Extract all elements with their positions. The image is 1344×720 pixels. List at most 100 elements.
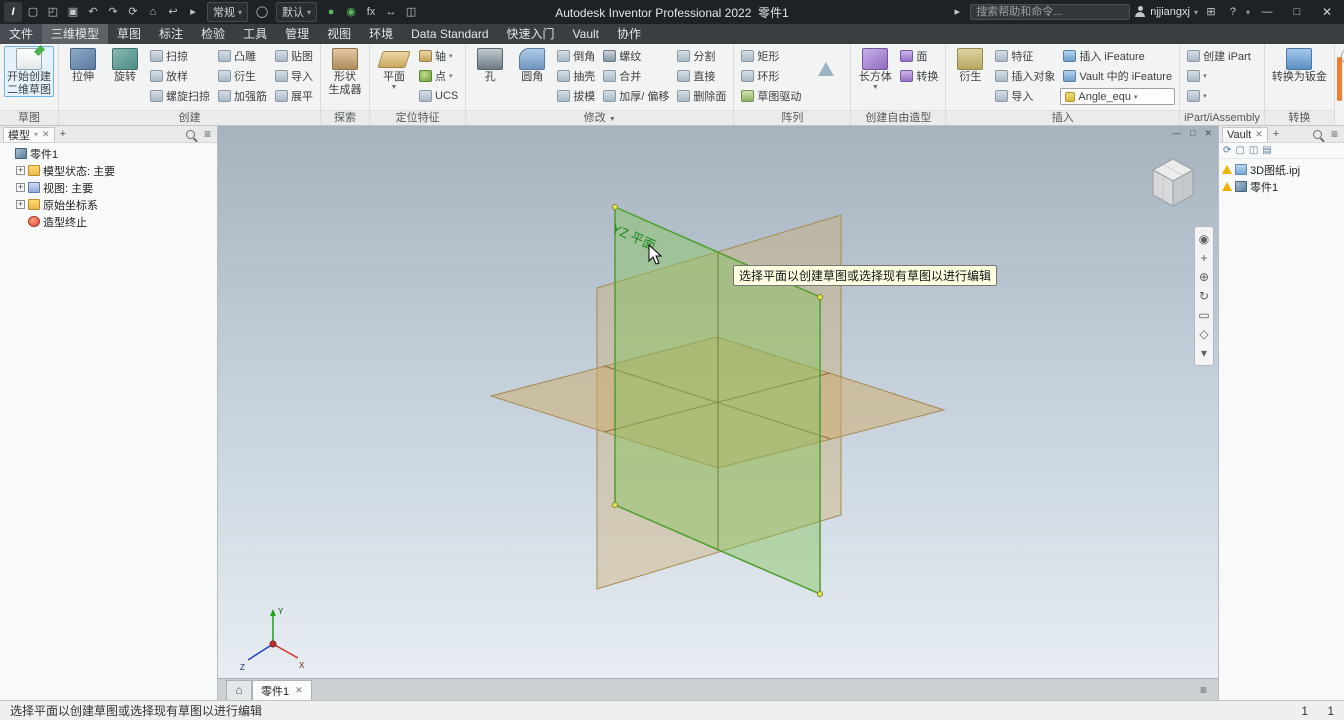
ribbon-tab[interactable]: Data Standard bbox=[402, 24, 497, 44]
ribbon-button[interactable]: 转换 bbox=[897, 66, 941, 86]
ribbon-button[interactable]: 创建 iPart bbox=[1184, 46, 1254, 66]
ribbon-button[interactable]: 删除面 bbox=[674, 86, 729, 106]
look-at-icon[interactable]: ▭ bbox=[1198, 309, 1209, 321]
ribbon-button[interactable]: 加强筋 bbox=[215, 86, 270, 106]
sync-ok-icon[interactable]: ● bbox=[322, 2, 340, 22]
freeform-box-button[interactable]: 长方体 ▼ bbox=[855, 46, 895, 91]
chevron-down-icon[interactable]: ▾ bbox=[1194, 8, 1198, 17]
group-label-sketch[interactable]: 草图 bbox=[0, 110, 58, 125]
ribbon-tab[interactable]: 协作 bbox=[608, 24, 650, 44]
group-label-freeform[interactable]: 创建自由造型 bbox=[851, 110, 946, 125]
convert-to-sheetmetal-button[interactable]: 转换为钣金 bbox=[1269, 46, 1330, 83]
ribbon-tab[interactable]: 快速入门 bbox=[498, 24, 564, 44]
ribbon-button[interactable]: 特征 bbox=[992, 46, 1058, 66]
ribbon-button[interactable]: 螺旋扫掠 bbox=[147, 86, 213, 106]
tree-item[interactable]: 零件1 bbox=[0, 145, 217, 162]
ribbon-button[interactable]: 倒角 bbox=[554, 46, 598, 66]
panel-flag[interactable] bbox=[1337, 57, 1342, 101]
expander-icon[interactable]: + bbox=[16, 183, 25, 192]
ribbon-tab[interactable]: 草图 bbox=[108, 24, 150, 44]
return-icon[interactable]: ↩ bbox=[164, 2, 182, 22]
tree-item[interactable]: + 原始坐标系 bbox=[0, 196, 217, 213]
cart-icon[interactable]: ⊞ bbox=[1202, 2, 1220, 22]
search-expand-icon[interactable]: ▸ bbox=[948, 2, 966, 22]
doc-restore-icon[interactable]: □ bbox=[1190, 128, 1195, 139]
menu-icon[interactable]: ≡ bbox=[1328, 127, 1341, 141]
ribbon-button[interactable]: 凸雕 bbox=[215, 46, 270, 66]
update-icon[interactable]: ⟳ bbox=[124, 2, 142, 22]
new-doc-icon[interactable]: ▢ bbox=[1235, 145, 1244, 156]
close-button[interactable]: ✕ bbox=[1314, 0, 1340, 24]
ribbon-button[interactable]: UCS bbox=[416, 86, 461, 106]
home-view-icon[interactable]: ⌂ bbox=[144, 2, 162, 22]
ribbon-button[interactable]: 加厚/ 偏移 bbox=[600, 86, 672, 106]
upload-status-icon[interactable]: ◉ bbox=[342, 2, 360, 22]
ribbon-button[interactable]: ▾ bbox=[1184, 66, 1254, 86]
expander-icon[interactable]: + bbox=[16, 166, 25, 175]
ribbon-tab[interactable]: Vault bbox=[564, 24, 608, 44]
ribbon-button[interactable]: 插入 iFeature bbox=[1060, 46, 1175, 66]
ribbon-button[interactable]: 轴 ▾ bbox=[416, 46, 461, 66]
copy-icon[interactable]: ◫ bbox=[1249, 145, 1258, 156]
ribbon-tab[interactable]: 三维模型 bbox=[42, 24, 109, 44]
close-icon[interactable]: ✕ bbox=[42, 129, 50, 140]
ribbon-button[interactable]: 分割 bbox=[674, 46, 729, 66]
tree-item[interactable]: + 模型状态: 主要 bbox=[0, 162, 217, 179]
work-plane-button[interactable]: 平面 ▼ bbox=[374, 46, 414, 91]
more-tools-icon[interactable]: ▾ bbox=[1201, 347, 1207, 359]
ribbon-button[interactable]: 拔模 bbox=[554, 86, 598, 106]
collaborate-icon[interactable]: ◫ bbox=[402, 2, 420, 22]
shape-generator-button[interactable]: 形状 生成器 bbox=[325, 46, 365, 96]
ribbon-button[interactable]: 衍生 bbox=[215, 66, 270, 86]
appearance-dropdown[interactable]: 默认 ▾ bbox=[276, 2, 318, 22]
restore-button[interactable]: □ bbox=[1284, 0, 1310, 24]
add-panel-button[interactable]: + bbox=[57, 128, 69, 140]
ribbon-button[interactable]: 扫掠 bbox=[147, 46, 213, 66]
grid-icon[interactable]: ▤ bbox=[1262, 145, 1271, 156]
view-face-icon[interactable]: ◇ bbox=[1199, 328, 1208, 340]
ifeature-size-combobox[interactable]: Angle_equ ▾ bbox=[1060, 88, 1176, 105]
ribbon-tab[interactable]: 文件 bbox=[0, 24, 43, 44]
group-label-work-features[interactable]: 定位特征 bbox=[370, 110, 466, 125]
vault-item[interactable]: 3D图纸.ipj bbox=[1219, 161, 1344, 178]
fx-parameters-icon[interactable]: fx bbox=[362, 2, 380, 22]
ribbon-button[interactable]: ▾ bbox=[1184, 86, 1254, 106]
ribbon-button[interactable]: 放样 bbox=[147, 66, 213, 86]
mirror-button[interactable] bbox=[806, 46, 846, 76]
group-label-pattern[interactable]: 阵列 bbox=[734, 110, 851, 125]
ribbon-button[interactable]: 合并 bbox=[600, 66, 672, 86]
material-dropdown[interactable]: 常规 ▾ bbox=[207, 2, 249, 22]
ribbon-button[interactable]: 插入对象 bbox=[992, 66, 1058, 86]
save-icon[interactable]: ▣ bbox=[64, 2, 82, 22]
group-label-explore[interactable]: 探索 bbox=[321, 110, 369, 125]
ribbon-tab[interactable]: 标注 bbox=[150, 24, 192, 44]
globe-icon[interactable]: ◯ bbox=[253, 2, 271, 22]
extrude-button[interactable]: 拉伸 bbox=[63, 46, 103, 83]
new-file-icon[interactable]: ▢ bbox=[24, 2, 42, 22]
measure-icon[interactable]: ↔ bbox=[382, 2, 400, 22]
close-icon[interactable]: ✕ bbox=[295, 685, 303, 696]
ribbon-button[interactable]: 面 bbox=[897, 46, 941, 66]
view-cube[interactable] bbox=[1140, 150, 1206, 216]
ribbon-tab[interactable]: 环境 bbox=[360, 24, 402, 44]
home-tab[interactable]: ⌂ bbox=[226, 680, 252, 700]
document-tab[interactable]: 零件1 ✕ bbox=[252, 680, 312, 700]
nav-wheel-icon[interactable]: ◉ bbox=[1199, 233, 1209, 245]
ribbon-button[interactable]: 点 ▾ bbox=[416, 66, 461, 86]
ribbon-button[interactable]: 矩形 bbox=[738, 46, 804, 66]
open-icon[interactable]: ◰ bbox=[44, 2, 62, 22]
doc-minimize-icon[interactable]: — bbox=[1172, 128, 1181, 139]
vault-item[interactable]: 零件1 bbox=[1219, 178, 1344, 195]
minimize-button[interactable]: — bbox=[1254, 0, 1280, 24]
search-icon[interactable] bbox=[1312, 129, 1322, 139]
ribbon-tab[interactable]: 视图 bbox=[318, 24, 360, 44]
ribbon-button[interactable]: 贴图 bbox=[272, 46, 316, 66]
ribbon-button[interactable]: 螺纹 bbox=[600, 46, 672, 66]
start-2d-sketch-button[interactable]: 开始创建 二维草图 bbox=[4, 46, 54, 97]
undo-icon[interactable]: ↶ bbox=[84, 2, 102, 22]
zoom-icon[interactable]: ⊕ bbox=[1199, 271, 1209, 283]
viewport-3d[interactable]: YZ 平面 选择平面以创建草图或选择现有草图以进行编辑 Y X Z ◉ + ⊕ … bbox=[218, 126, 1218, 678]
ribbon-button[interactable]: 导入 bbox=[992, 86, 1058, 106]
help-search-input[interactable]: 搜索帮助和命令... bbox=[970, 4, 1131, 20]
ribbon-button[interactable]: 环形 bbox=[738, 66, 804, 86]
